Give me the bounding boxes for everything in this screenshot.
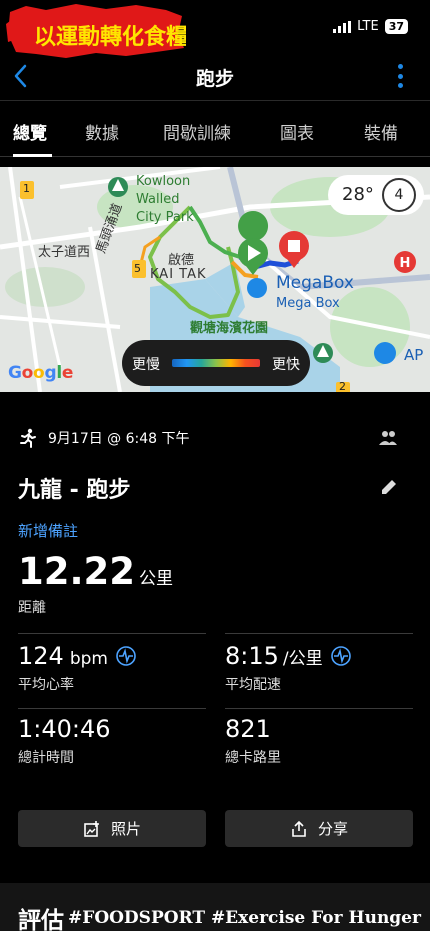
legend-slow-label: 更慢 (132, 357, 160, 373)
map-label-kowloon: Kowloon (136, 174, 191, 189)
pace-stat: 8:15/公里 平均配速 (225, 642, 351, 694)
logo-text: 以運動轉化食糧！ (34, 24, 186, 50)
pace-gradient-bar (172, 359, 260, 367)
divider (18, 708, 206, 709)
temperature: 28° (342, 184, 374, 205)
map-label-tai-tzu: 太子道西 (38, 245, 91, 260)
edit-pencil-icon[interactable] (380, 478, 398, 496)
tab-overview[interactable]: 總覽 (13, 119, 47, 144)
battery-icon: 37 (384, 19, 408, 34)
photos-button[interactable]: 照片 (18, 810, 206, 847)
add-note-link[interactable]: 新增備註 (18, 520, 78, 541)
tab-gear[interactable]: 裝備 (364, 119, 398, 144)
svg-text:H: H (400, 256, 411, 271)
nav-bar: 跑步 (0, 58, 430, 100)
compass-icon: 4 (382, 178, 416, 212)
divider (225, 708, 413, 709)
route-map[interactable]: H 1 5 2 Kowloon Walled City Park 太子道西 馬頭… (0, 167, 430, 392)
map-label-city-park: City Park (136, 210, 194, 225)
map-label-megabox: MegaBox (276, 273, 354, 293)
people-icon[interactable] (378, 430, 398, 446)
total-time-stat: 1:40:46 總計時間 (18, 715, 111, 766)
map-label-kai-tak-cn: 啟德 (168, 253, 195, 268)
route-shield-5: 5 (134, 262, 141, 275)
activity-date: 9月17日 @ 6:48 下午 (48, 431, 190, 447)
share-button[interactable]: 分享 (225, 810, 413, 847)
more-options-icon[interactable] (398, 64, 404, 88)
map-label-megabox-small: Mega Box (276, 296, 340, 311)
app-logo: 以運動轉化食糧！ (6, 4, 186, 58)
status-bar: 以運動轉化食糧！ LTE 37 (0, 0, 430, 58)
evaluation-title: 評估 (18, 908, 64, 931)
tab-intervals[interactable]: 間歇訓練 (163, 119, 231, 144)
tab-stats[interactable]: 數據 (85, 119, 119, 144)
heart-rate-stat: 124 bpm 平均心率 (18, 642, 136, 694)
heart-rate-info-icon[interactable] (116, 646, 136, 666)
evaluation-tags: #FOODSPORT #Exercise For Hunger (68, 908, 421, 928)
map-label-ap: AP (404, 346, 424, 364)
weather-widget: 28° 4 (328, 175, 424, 215)
map-label-kai-tak-en: KAI TAK (150, 267, 207, 282)
map-label-walled: Walled (136, 192, 180, 207)
active-tab-indicator (13, 154, 52, 157)
running-icon (20, 428, 36, 448)
evaluation-card: 評估 #FOODSPORT #Exercise For Hunger (0, 883, 430, 931)
activity-summary: 9月17日 @ 6:48 下午 九龍 - 跑步 新增備註 12.22 公里 距離 … (0, 392, 430, 882)
page-title: 跑步 (195, 68, 234, 90)
map-label-promenade: 觀塘海濱花園 (190, 321, 269, 336)
pace-legend: 更慢 更快 (122, 340, 310, 386)
pace-info-icon[interactable] (330, 646, 351, 666)
route-shield-2: 2 (339, 380, 346, 392)
divider (225, 633, 413, 634)
tab-charts[interactable]: 圖表 (280, 119, 314, 144)
calories-stat: 821 總卡路里 (225, 715, 281, 766)
distance-label: 距離 (18, 600, 46, 616)
activity-title: 九龍 - 跑步 (18, 478, 131, 503)
share-icon (292, 820, 306, 837)
network-label: LTE (357, 19, 379, 34)
distance-value: 12.22 公里 (18, 550, 174, 593)
signal-icon (333, 20, 352, 33)
divider (18, 633, 206, 634)
google-logo: Google (8, 363, 74, 383)
route-shield-1: 1 (23, 182, 30, 195)
add-photo-icon (84, 820, 99, 837)
tab-bar: 總覽 數據 間歇訓練 圖表 裝備 (0, 100, 430, 157)
legend-fast-label: 更快 (272, 357, 300, 373)
